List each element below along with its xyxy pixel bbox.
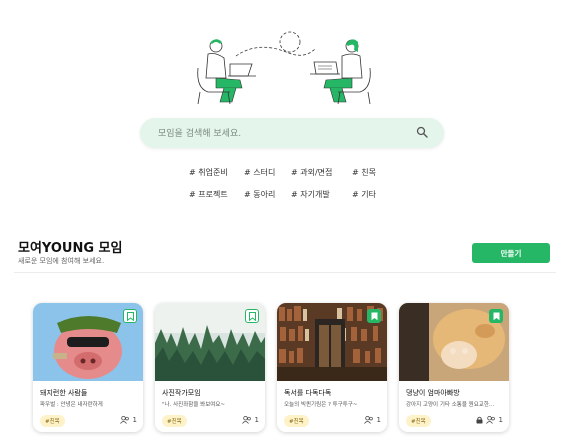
category-badge: #친목 — [284, 415, 309, 427]
tag-club[interactable]: # 동아리 — [244, 189, 275, 200]
tag-self-development[interactable]: # 자기개발 — [291, 189, 330, 200]
member-count: 1 — [363, 416, 381, 424]
group-card[interactable]: 돼지런한 사람들 파우벌 : 안녕은 내자란하게 #친목 1 — [33, 303, 143, 432]
category-badge: #친목 — [40, 415, 65, 427]
bookmark-filled-icon[interactable] — [367, 309, 381, 323]
section-subtitle: 새로운 모임에 참여해 보세요. — [18, 257, 105, 265]
search-icon[interactable] — [416, 126, 428, 138]
tag-job-prep[interactable]: # 취업준비 — [189, 167, 228, 178]
tag-study[interactable]: # 스터디 — [244, 167, 275, 178]
section-title: 모여YOUNG 모임 — [18, 241, 123, 256]
bookmark-icon[interactable] — [123, 309, 137, 323]
card-description: 파우벌 : 안녕은 내자란하게 — [40, 402, 103, 408]
hero-illustration — [197, 31, 371, 105]
users-icon — [485, 416, 495, 424]
search-input[interactable]: 모임을 검색해 보세요. — [140, 118, 444, 148]
card-description: 강아지 고양이 기타 소통을 원요교한... — [406, 402, 495, 408]
member-count-value: 1 — [498, 416, 503, 424]
group-card[interactable]: 댕냥이 엄마아빠방 강아지 고양이 기타 소통을 원요교한... #친목 1 — [399, 303, 509, 432]
category-badge: #친목 — [406, 415, 431, 427]
member-count-value: 1 — [376, 416, 381, 424]
card-description: "나. 사진좌함을 봐보여요~ — [162, 402, 225, 408]
member-count-value: 1 — [254, 416, 259, 424]
search-placeholder: 모임을 검색해 보세요. — [158, 129, 242, 139]
member-count-value: 1 — [132, 416, 137, 424]
tag-project[interactable]: # 프로젝트 — [189, 189, 228, 200]
card-title: 댕냥이 엄마아빠방 — [406, 389, 460, 397]
tag-etc[interactable]: # 기타 — [352, 189, 376, 200]
card-title: 독서를 다독다독 — [284, 389, 332, 397]
card-description: 오늘의 빅퀸기림은 ? 투구투구~ — [284, 402, 358, 408]
tag-social[interactable]: # 친목 — [352, 167, 376, 178]
divider — [14, 272, 556, 273]
group-card[interactable]: 독서를 다독다독 오늘의 빅퀸기림은 ? 투구투구~ #친목 1 — [277, 303, 387, 432]
users-icon — [119, 416, 129, 424]
tag-tutoring-interview[interactable]: # 과외/면접 — [291, 167, 332, 178]
category-badge: #친목 — [162, 415, 187, 427]
group-card[interactable]: 사진작가모임 "나. 사진좌함을 봐보여요~ #친목 1 — [155, 303, 265, 432]
bookmark-filled-icon[interactable] — [489, 309, 503, 323]
users-icon — [241, 416, 251, 424]
create-group-button[interactable]: 만들기 — [472, 243, 550, 263]
lock-icon — [476, 416, 483, 424]
users-icon — [363, 416, 373, 424]
card-title: 사진작가모임 — [162, 389, 201, 397]
bookmark-icon[interactable] — [245, 309, 259, 323]
member-count: 1 — [476, 416, 503, 424]
member-count: 1 — [119, 416, 137, 424]
card-title: 돼지런한 사람들 — [40, 389, 88, 397]
member-count: 1 — [241, 416, 259, 424]
